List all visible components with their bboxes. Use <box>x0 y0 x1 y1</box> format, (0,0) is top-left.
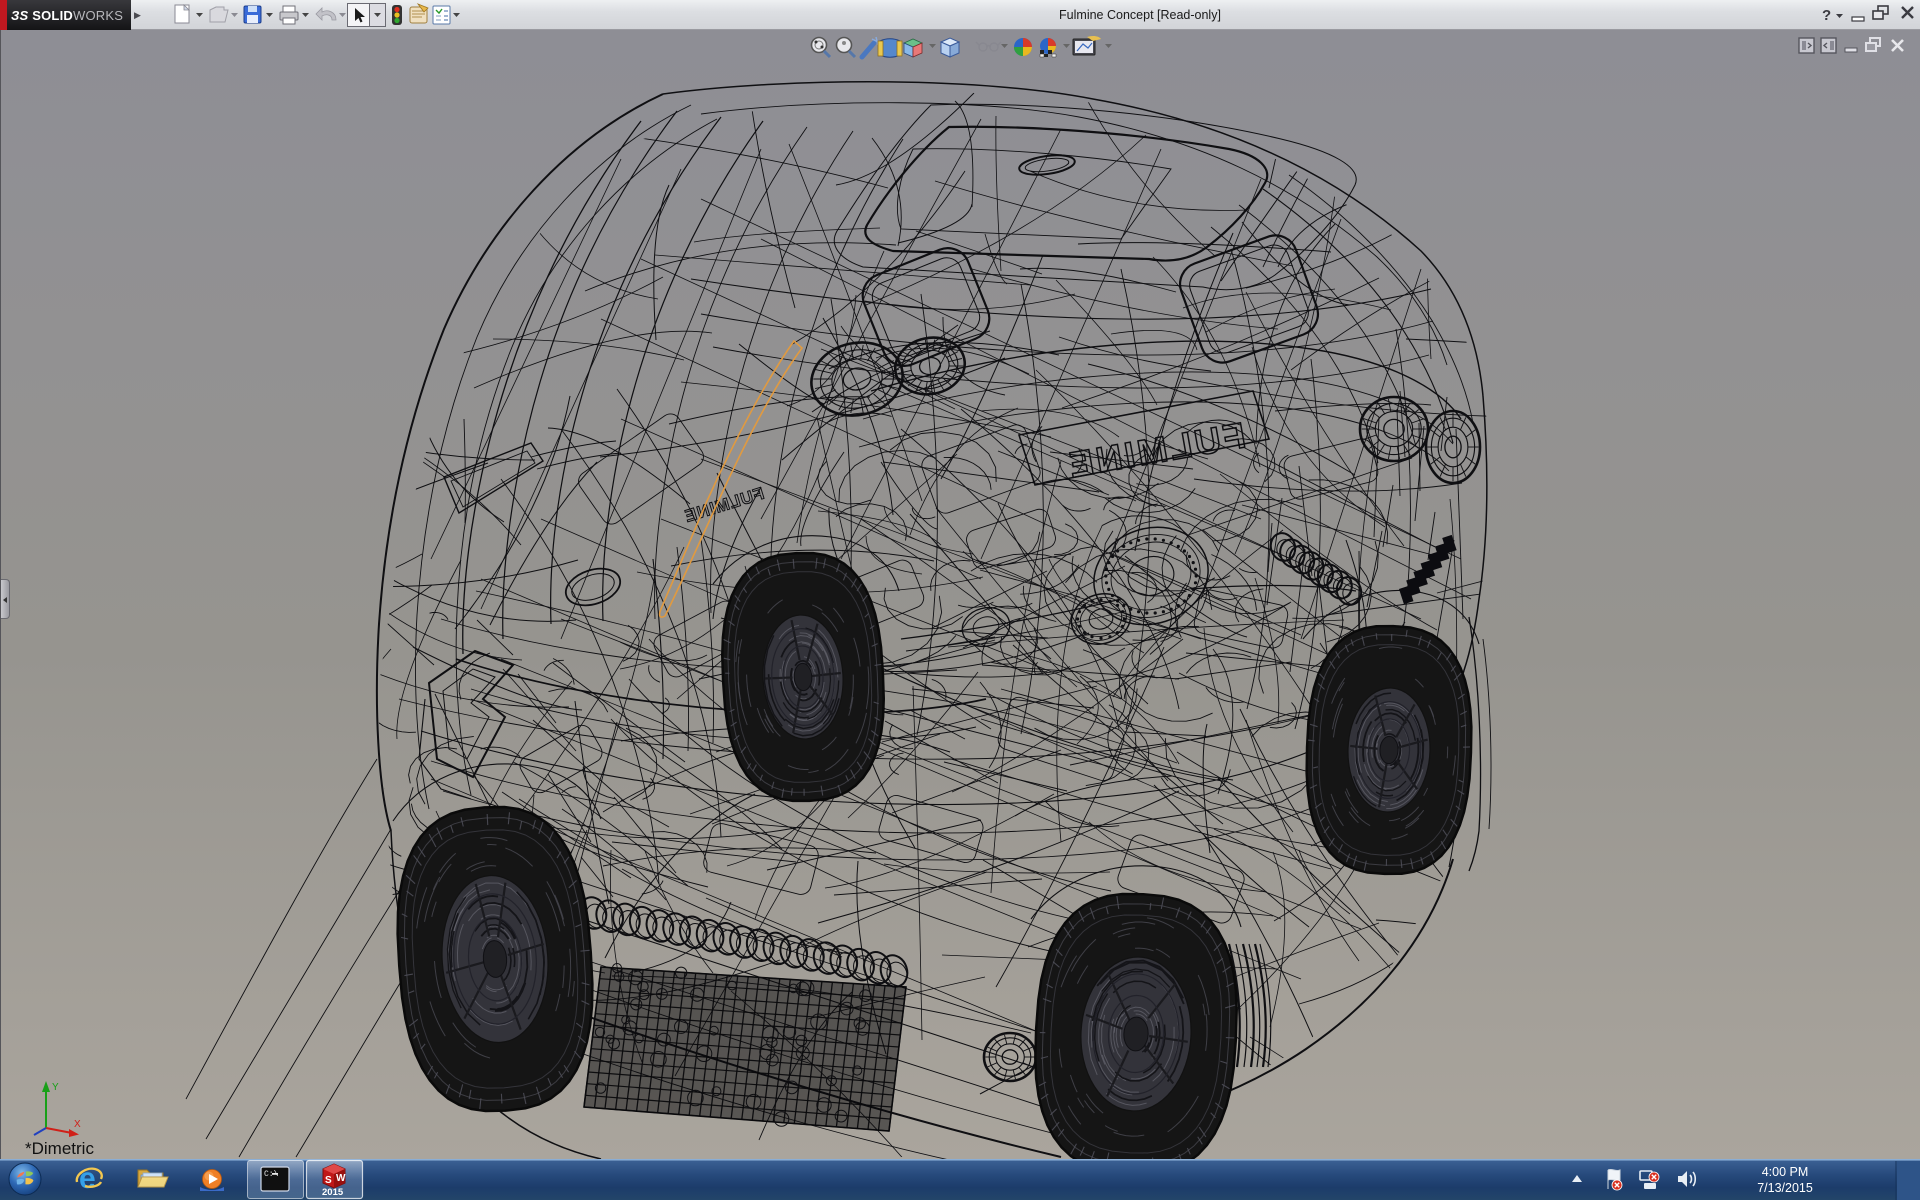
svg-text:e: e <box>79 1162 96 1195</box>
svg-text:2015: 2015 <box>322 1187 344 1198</box>
svg-text:W: W <box>336 1173 346 1184</box>
svg-text:?: ? <box>1822 7 1831 24</box>
svg-text:S: S <box>325 1175 332 1186</box>
svg-text:Y: Y <box>52 1082 59 1093</box>
svg-text:FULMINE: FULMINE <box>1063 414 1248 486</box>
svg-text:X: X <box>74 1119 81 1130</box>
svg-text:4:00 PM: 4:00 PM <box>1762 1165 1809 1179</box>
svg-text:7/13/2015: 7/13/2015 <box>1757 1181 1813 1195</box>
